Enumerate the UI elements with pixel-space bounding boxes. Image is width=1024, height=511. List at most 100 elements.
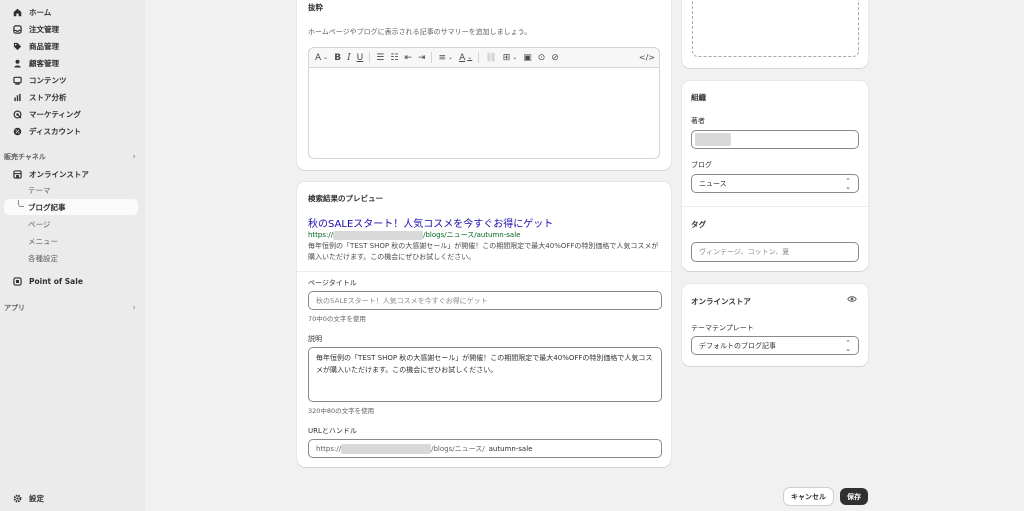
url-label: URLとハンドル (308, 427, 357, 435)
description-textarea[interactable]: 毎年恒例の「TEST SHOP 秋の大感謝セール」が開催！この期間限定で最大40… (308, 347, 662, 402)
nav-label: ホーム (29, 7, 52, 17)
nav-item-settings[interactable]: 設定 (4, 490, 138, 506)
template-label: テーマテンプレート (691, 324, 754, 332)
nav-sub-menu[interactable]: メニュー (4, 233, 138, 249)
url-path: /blogs/ニュース/ (431, 444, 485, 453)
excerpt-editor[interactable] (308, 67, 660, 159)
text-color-icon[interactable]: A ⌄ (459, 53, 472, 63)
nav-sub-pages[interactable]: ページ (4, 216, 138, 232)
nav-sub-label: ページ (28, 219, 51, 229)
url-handle-value: autumn-sale (488, 444, 533, 453)
table-icon[interactable]: ⊞ ⌄ (503, 53, 518, 63)
content-icon (12, 75, 22, 85)
nav-item-discounts[interactable]: ディスカウント (4, 123, 138, 139)
nav-label: Point of Sale (29, 276, 83, 286)
nav-label: ストア分析 (29, 92, 67, 102)
text-format-button[interactable]: A ⌄ (315, 53, 328, 63)
tags-label: タグ (691, 220, 706, 229)
sales-channels-header[interactable]: 販売チャネル › (4, 150, 138, 164)
nav-sub-label: ブログ記事 (28, 202, 66, 212)
redacted-author (695, 133, 731, 146)
nav-sub-label: メニュー (28, 236, 58, 246)
home-icon (12, 7, 22, 17)
link-icon[interactable]: ⛓ (485, 53, 496, 63)
divider (682, 206, 868, 207)
gear-icon (12, 493, 22, 503)
page-title-label: ページタイトル (308, 279, 357, 287)
tags-placeholder: ヴィンテージ、コットン、夏 (699, 248, 790, 256)
seo-url-suffix: /blogs/ニュース/autumn-sale (423, 231, 521, 239)
image-dropzone[interactable] (692, 0, 859, 57)
redacted-domain (333, 230, 424, 240)
tag-icon (12, 41, 22, 51)
chevron-right-icon: › (132, 152, 136, 162)
nav-item-analytics[interactable]: ストア分析 (4, 89, 138, 105)
select-chevrons-icon: ⌃ ⌄ (845, 338, 851, 353)
nav-sub-label: テーマ (28, 185, 51, 195)
template-select[interactable]: デフォルトのブログ記事 ⌃ ⌄ (691, 336, 859, 355)
target-icon (12, 109, 22, 119)
nav-label: 顧客管理 (29, 58, 59, 68)
organization-title: 組織 (691, 93, 706, 102)
cancel-button[interactable]: キャンセル (784, 488, 833, 505)
nav-sub-theme[interactable]: テーマ (4, 182, 138, 198)
nav-item-products[interactable]: 商品管理 (4, 38, 138, 54)
blog-label: ブログ (691, 161, 712, 169)
italic-button[interactable]: I (347, 53, 351, 63)
template-select-value: デフォルトのブログ記事 (699, 341, 776, 350)
nav-label: 注文管理 (29, 24, 59, 34)
inbox-icon (12, 24, 22, 34)
eye-icon[interactable] (847, 294, 857, 304)
divider (297, 271, 671, 272)
person-icon (12, 58, 22, 68)
video-icon[interactable]: ⊙ (538, 53, 546, 63)
align-icon[interactable]: ≡ ⌄ (438, 53, 453, 63)
url-handle-input[interactable]: https:// /blogs/ニュース/autumn-sale (308, 439, 662, 458)
url-prefix: https:// (316, 444, 342, 453)
page-title-placeholder: 秋のSALEスタート！人気コスメを今すぐお得にゲット (316, 296, 488, 305)
tags-input[interactable]: ヴィンテージ、コットン、夏 (691, 242, 859, 262)
chevron-right-icon: › (132, 303, 136, 313)
seo-title: 検索結果のプレビュー (308, 194, 383, 203)
author-input[interactable] (691, 130, 859, 149)
underline-button[interactable]: U (357, 53, 364, 63)
nav-sub-preferences[interactable]: 各種設定 (4, 250, 138, 266)
bar-chart-icon (12, 92, 22, 102)
indent-icon[interactable]: ⇥ (418, 53, 426, 63)
save-button[interactable]: 保存 (840, 488, 868, 505)
nav-item-orders[interactable]: 注文管理 (4, 21, 138, 37)
nav-label: マーケティング (29, 109, 81, 119)
apps-label: アプリ (4, 304, 25, 312)
nav-item-online-store[interactable]: オンラインストア (4, 166, 138, 182)
nav-item-customers[interactable]: 顧客管理 (4, 55, 138, 71)
apps-header[interactable]: アプリ › (4, 301, 138, 315)
nav-sub-blog-posts[interactable]: ブログ記事 (4, 199, 138, 215)
nav-item-home[interactable]: ホーム (4, 4, 138, 20)
discount-icon (12, 126, 22, 136)
nav-label: オンラインストア (29, 169, 89, 179)
bold-button[interactable]: B (334, 53, 341, 63)
clear-format-icon[interactable]: ⊘ (551, 53, 559, 63)
nav-label: ディスカウント (29, 126, 81, 136)
blog-select-value: ニュース (699, 179, 727, 188)
toolbar-divider (431, 52, 433, 63)
bullet-list-icon[interactable]: ☰ (376, 53, 384, 63)
nav-item-pos[interactable]: Point of Sale (4, 273, 138, 289)
seo-url-prefix: https:// (308, 231, 334, 239)
blog-select[interactable]: ニュース ⌃ ⌄ (691, 174, 859, 193)
pos-icon (12, 276, 22, 286)
nav-item-marketing[interactable]: マーケティング (4, 106, 138, 122)
outdent-icon[interactable]: ⇤ (404, 53, 412, 63)
nav-item-content[interactable]: コンテンツ (4, 72, 138, 88)
select-chevrons-icon: ⌃ ⌄ (845, 176, 851, 191)
description-label: 説明 (308, 335, 322, 343)
numbered-list-icon[interactable]: ☷ (390, 53, 398, 63)
code-view-icon[interactable]: </> (639, 53, 655, 62)
branch-icon (18, 200, 24, 207)
page-title-input[interactable]: 秋のSALEスタート！人気コスメを今すぐお得にゲット (308, 291, 662, 310)
online-store-title: オンラインストア (691, 297, 751, 306)
page-title-count: 70中0の文字を使用 (308, 315, 366, 323)
image-icon[interactable]: ▣ (523, 53, 532, 63)
redacted-domain (341, 443, 432, 454)
toolbar-divider (478, 52, 480, 63)
